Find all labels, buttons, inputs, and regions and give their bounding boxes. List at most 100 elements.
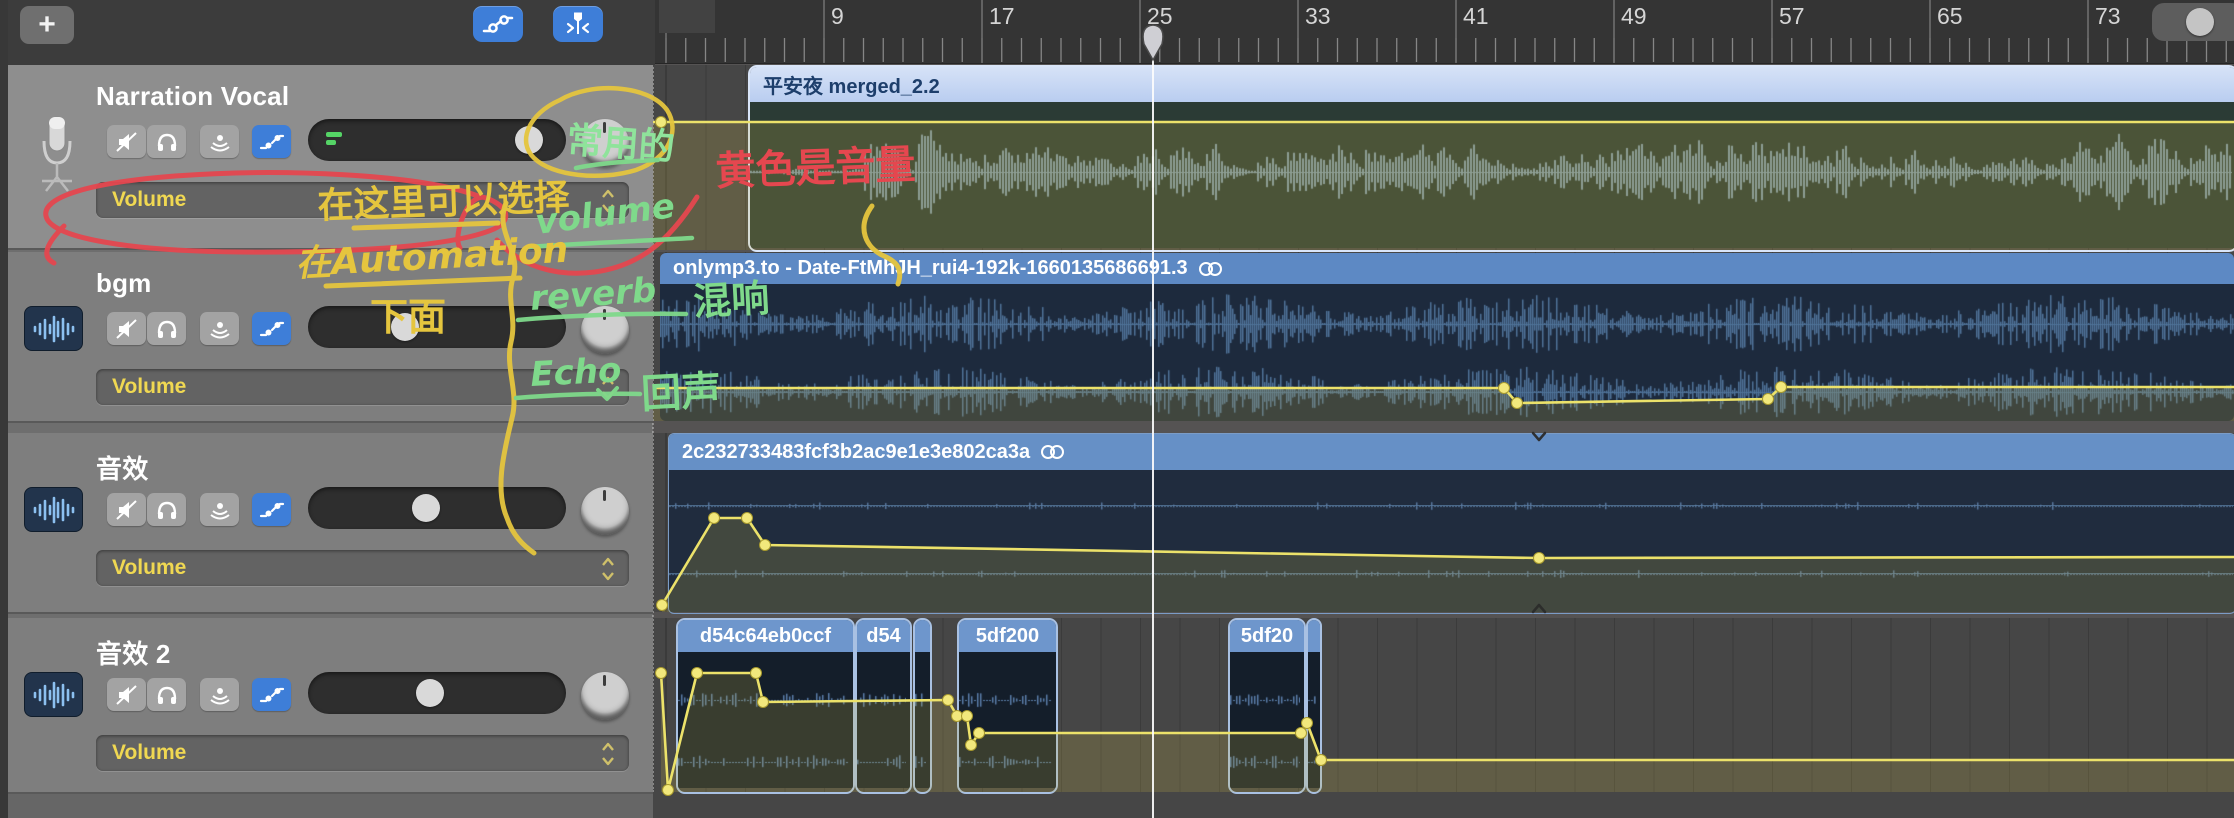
input-monitor-button[interactable]	[200, 678, 239, 711]
region-title: 5df20	[1241, 625, 1293, 648]
mute-button[interactable]	[107, 678, 146, 711]
automation-parameter-dropdown[interactable]: Volume	[96, 735, 629, 771]
volume-slider[interactable]	[308, 487, 566, 529]
region-title: 2c232733483fcf3b2ac9e1e3e802ca3a	[682, 441, 1030, 464]
automation-parameter-dropdown[interactable]: Volume	[96, 550, 629, 586]
region-waveform-area	[1230, 652, 1304, 788]
horizontal-zoom-slider[interactable]	[2152, 3, 2234, 41]
svg-text:57: 57	[1779, 3, 1805, 29]
svg-text:17: 17	[989, 3, 1015, 29]
track-header-bgm[interactable]: bgm Volume	[8, 252, 653, 423]
region-onlymp3[interactable]: onlymp3.to - Date-FtMhJH_rui4-192k-16601…	[660, 253, 2234, 421]
pan-knob[interactable]	[581, 487, 629, 535]
input-monitor-button[interactable]	[200, 312, 239, 345]
region-header[interactable]: 2c232733483fcf3b2ac9e1e3e802ca3a	[669, 434, 2234, 470]
automation-parameter-dropdown[interactable]: Volume	[96, 369, 629, 405]
solo-button[interactable]	[147, 493, 186, 526]
solo-button[interactable]	[147, 312, 186, 345]
catch-playhead-button[interactable]	[553, 6, 603, 42]
region-waveform-area	[857, 652, 910, 788]
automation-parameter-value: Volume	[112, 556, 186, 580]
volume-slider[interactable]	[308, 306, 566, 348]
region-header[interactable]: 5df200	[959, 620, 1056, 652]
region-header[interactable]: onlymp3.to - Date-FtMhJH_rui4-192k-16601…	[660, 253, 2234, 284]
volume-slider[interactable]	[308, 119, 566, 161]
region-title: d54c64eb0ccf	[700, 625, 831, 648]
input-monitor-button[interactable]	[200, 125, 239, 158]
volume-slider-thumb[interactable]	[416, 679, 444, 707]
region-sliver-1[interactable]	[913, 618, 932, 794]
mute-icon	[115, 132, 139, 152]
pan-knob[interactable]	[581, 306, 629, 354]
region-d54[interactable]: d54	[855, 618, 912, 794]
region-waveform-area	[915, 652, 930, 788]
add-track-button[interactable]: +	[20, 6, 74, 44]
screen-edge	[0, 0, 8, 818]
region-header[interactable]	[915, 620, 930, 652]
region-header[interactable]: 平安夜 merged_2.2	[750, 67, 2234, 102]
automation-curve-icon	[259, 319, 285, 339]
track-header-narration-vocal[interactable]: Narration Vocal Volume	[8, 65, 653, 250]
garageband-automation-view: 191725334149576573 平安夜 merged_2.2 onlymp…	[0, 0, 2234, 818]
playhead-line[interactable]	[1152, 26, 1154, 818]
track-automation-button[interactable]	[252, 312, 291, 345]
region-header[interactable]: d54	[857, 620, 910, 652]
track-automation-button[interactable]	[252, 125, 291, 158]
automation-parameter-dropdown[interactable]: Volume	[96, 182, 629, 218]
pan-knob[interactable]	[581, 119, 629, 167]
input-monitor-button[interactable]	[200, 493, 239, 526]
headphones-icon	[156, 685, 178, 705]
mute-icon	[115, 685, 139, 705]
region-header[interactable]: d54c64eb0ccf	[678, 620, 853, 652]
bar-ruler[interactable]: 191725334149576573	[653, 0, 2234, 64]
region-header[interactable]	[1308, 620, 1320, 652]
region-waveform-area	[669, 470, 2234, 612]
volume-slider-thumb[interactable]	[391, 313, 419, 341]
solo-button[interactable]	[147, 125, 186, 158]
automation-parameter-value: Volume	[112, 188, 186, 212]
region-pinganye[interactable]: 平安夜 merged_2.2	[748, 65, 2234, 252]
region-5df20[interactable]: 5df20	[1228, 618, 1306, 794]
region-title: onlymp3.to - Date-FtMhJH_rui4-192k-16601…	[673, 257, 1188, 280]
pan-knob[interactable]	[581, 672, 629, 720]
volume-slider[interactable]	[308, 672, 566, 714]
region-header[interactable]: 5df20	[1230, 620, 1304, 652]
input-monitor-icon	[208, 500, 232, 520]
volume-slider-thumb[interactable]	[515, 126, 543, 154]
svg-text:41: 41	[1463, 3, 1489, 29]
svg-text:73: 73	[2095, 3, 2121, 29]
level-meter-icon	[326, 132, 346, 148]
mute-icon	[115, 500, 139, 520]
mute-button[interactable]	[107, 312, 146, 345]
panel-bottom-area	[8, 792, 653, 818]
ruler-ticks: 191725334149576573	[653, 0, 2234, 63]
track-automation-button[interactable]	[252, 678, 291, 711]
mute-icon	[115, 319, 139, 339]
solo-button[interactable]	[147, 678, 186, 711]
waveform-icon	[24, 306, 83, 351]
mute-button[interactable]	[107, 493, 146, 526]
automation-curve-icon	[259, 500, 285, 520]
svg-text:9: 9	[831, 3, 844, 29]
region-title: 平安夜 merged_2.2	[763, 70, 940, 99]
input-monitor-icon	[208, 319, 232, 339]
show-automation-button[interactable]	[473, 6, 523, 42]
chevron-up-down-icon	[601, 557, 615, 581]
track-header-sfx[interactable]: 音效 Volume	[8, 433, 653, 614]
playhead-marker[interactable]	[1138, 22, 1168, 62]
region-sliver-2[interactable]	[1306, 618, 1322, 794]
region-5df200[interactable]: 5df200	[957, 618, 1058, 794]
zoom-slider-knob[interactable]	[2186, 8, 2214, 36]
ruler-cycle-area	[659, 0, 715, 33]
track-automation-button[interactable]	[252, 493, 291, 526]
region-2c2327[interactable]: 2c232733483fcf3b2ac9e1e3e802ca3a	[668, 433, 2234, 614]
chevron-up-down-icon	[601, 376, 615, 400]
volume-slider-thumb[interactable]	[412, 494, 440, 522]
track-header-sfx-2[interactable]: 音效 2 Volume	[8, 618, 653, 794]
catch-playhead-icon	[564, 11, 592, 37]
mute-button[interactable]	[107, 125, 146, 158]
automation-curve-icon	[259, 132, 285, 152]
region-waveform-area	[1308, 652, 1320, 788]
waveform-icon	[24, 672, 83, 717]
region-d54c64eb0ccf[interactable]: d54c64eb0ccf	[676, 618, 855, 794]
